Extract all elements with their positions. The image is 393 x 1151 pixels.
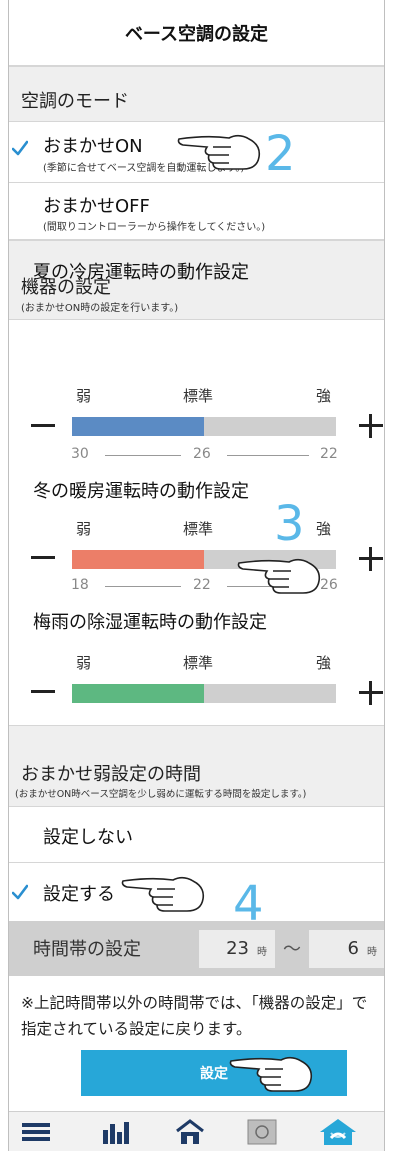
winter-decrease-button[interactable] xyxy=(31,556,55,559)
check-icon xyxy=(12,140,28,156)
level-high-label: 強 xyxy=(316,387,332,405)
summer-scale-high: 22 xyxy=(320,446,338,462)
scale-line xyxy=(227,455,309,456)
end-hour-field[interactable]: 6 時 xyxy=(309,930,384,968)
rainy-decrease-button[interactable] xyxy=(31,690,55,693)
weak-option-none[interactable]: 設定しない xyxy=(9,807,384,863)
list-icon xyxy=(22,1123,50,1141)
rainy-level-fill xyxy=(72,684,204,703)
app-frame: ベース空調の設定 空調のモード おまかせON (季節に合せてベース空調を自動運転… xyxy=(8,0,385,1151)
step-number-3: 3 xyxy=(274,496,305,552)
step-number-4: 4 xyxy=(233,876,264,932)
time-range-label: 時間帯の設定 xyxy=(33,939,141,960)
summer-scale-low: 30 xyxy=(71,446,89,462)
level-high-label: 強 xyxy=(316,520,332,538)
winter-level-fill xyxy=(72,550,204,569)
tab-chart[interactable] xyxy=(100,1118,130,1146)
summer-control-title: 夏の冷房運転時の動作設定 xyxy=(33,262,249,283)
bar-chart-icon xyxy=(103,1122,129,1144)
tab-bar xyxy=(9,1111,384,1151)
tab-list[interactable] xyxy=(21,1118,51,1146)
start-hour-unit: 時 xyxy=(257,947,267,958)
base-aircon-icon xyxy=(320,1119,356,1145)
end-hour-value: 6 xyxy=(347,938,359,959)
summer-level-bar[interactable] xyxy=(72,417,336,436)
mode-option-label: おまかせON xyxy=(43,136,143,157)
weak-section-title: おまかせ弱設定の時間 xyxy=(21,764,201,785)
weak-option-label: 設定しない xyxy=(43,827,133,848)
summer-scale-mid: 26 xyxy=(193,446,211,462)
end-hour-unit: 時 xyxy=(367,947,377,958)
time-separator: 〜 xyxy=(283,939,301,960)
check-icon xyxy=(12,884,28,900)
level-low-label: 弱 xyxy=(76,520,92,538)
mode-option-label: おまかせOFF xyxy=(43,196,150,217)
level-low-label: 弱 xyxy=(76,387,92,405)
mode-section-header: 空調のモード xyxy=(9,66,384,122)
tab-floor[interactable] xyxy=(247,1118,277,1146)
house-icon xyxy=(176,1119,204,1144)
scale-line xyxy=(105,586,181,587)
rainy-increase-button[interactable] xyxy=(359,681,383,705)
step-number-2: 2 xyxy=(265,126,296,182)
winter-control-title: 冬の暖房運転時の動作設定 xyxy=(33,481,249,502)
pointing-hand-icon xyxy=(121,871,207,915)
start-hour-field[interactable]: 23 時 xyxy=(199,930,275,968)
level-mid-label: 標準 xyxy=(183,520,214,538)
floor-panel-icon xyxy=(247,1119,277,1145)
summer-increase-button[interactable] xyxy=(359,414,383,438)
note-text: ※上記時間帯以外の時間帯では、「機器の設定」で指定されている設定に戻ります。 xyxy=(21,994,368,1038)
summer-decrease-button[interactable] xyxy=(31,424,55,427)
pointing-hand-icon xyxy=(229,1051,315,1095)
rainy-control-title: 梅雨の除湿運転時の動作設定 xyxy=(33,612,267,633)
winter-scale-low: 18 xyxy=(71,577,89,593)
pointing-hand-icon xyxy=(237,553,323,597)
weak-section-sub: (おまかせON時ベース空調を少し弱めに運転する時間を設定します。) xyxy=(15,789,307,800)
level-high-label: 強 xyxy=(316,654,332,672)
level-mid-label: 標準 xyxy=(183,387,214,405)
device-section-sub: (おまかせON時の設定を行います。) xyxy=(21,303,179,314)
level-mid-label: 標準 xyxy=(183,654,214,672)
tab-house[interactable] xyxy=(175,1118,205,1146)
summer-level-fill xyxy=(72,417,204,436)
start-hour-value: 23 xyxy=(226,938,249,959)
level-low-label: 弱 xyxy=(76,654,92,672)
winter-scale-mid: 22 xyxy=(193,577,211,593)
pointing-hand-icon xyxy=(177,129,263,173)
rainy-level-bar[interactable] xyxy=(72,684,336,703)
page-title: ベース空調の設定 xyxy=(9,0,384,66)
weak-option-label: 設定する xyxy=(43,884,115,905)
scale-line xyxy=(105,455,181,456)
weak-section-header: おまかせ弱設定の時間 (おまかせON時ベース空調を少し弱めに運転する時間を設定し… xyxy=(9,725,384,807)
time-range-row: 時間帯の設定 23 時 〜 6 時 xyxy=(9,921,384,976)
tab-base-aircon[interactable] xyxy=(318,1118,358,1146)
mode-section-title: 空調のモード xyxy=(21,91,129,112)
mode-option-sub: (間取りコントローラーから操作をしてください。) xyxy=(43,222,266,233)
mode-option-auto-off[interactable]: おまかせOFF (間取りコントローラーから操作をしてください。) xyxy=(9,183,384,240)
winter-increase-button[interactable] xyxy=(359,547,383,571)
